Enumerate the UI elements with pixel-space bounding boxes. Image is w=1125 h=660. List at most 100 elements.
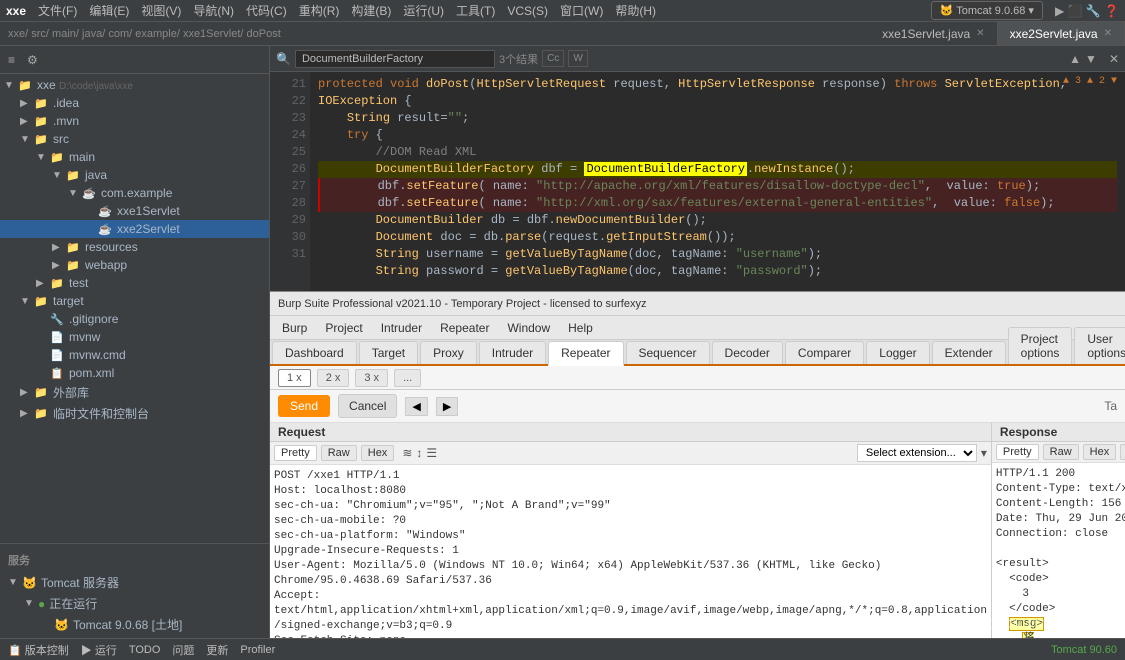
burp-menu-help[interactable]: Help	[560, 319, 601, 337]
burp-tab-dashboard[interactable]: Dashboard	[272, 341, 357, 364]
burp-cancel-button[interactable]: Cancel	[338, 394, 397, 418]
burp-tab-target[interactable]: Target	[359, 341, 418, 364]
menu-help[interactable]: 帮助(H)	[615, 2, 656, 19]
burp-menu-window[interactable]: Window	[499, 319, 558, 337]
run-btn[interactable]: ▶ 运行	[81, 642, 117, 658]
word-match-btn[interactable]: W	[568, 50, 587, 67]
request-content[interactable]: POST /xxe1 HTTP/1.1 Host: localhost:8080…	[270, 465, 991, 660]
select-extension-dropdown[interactable]: Select extension...	[857, 444, 977, 462]
settings-icon[interactable]: ⚙	[23, 51, 42, 69]
burp-tab-project-options[interactable]: Project options	[1008, 327, 1073, 364]
version-control-btn[interactable]: 📋 版本控制	[8, 642, 69, 658]
burp-tab-intruder[interactable]: Intruder	[479, 341, 546, 364]
repeater-tab-1[interactable]: 1 x	[278, 369, 311, 387]
repeater-tab-2[interactable]: 2 x	[317, 369, 350, 387]
req-tab-hex[interactable]: Hex	[361, 445, 395, 461]
update-btn[interactable]: 更新	[206, 642, 228, 658]
close-tab-icon[interactable]: ✕	[976, 28, 984, 39]
tree-item-mvnw[interactable]: 📄 mvnw	[0, 328, 269, 346]
prev-match-btn[interactable]: ▲	[1069, 52, 1081, 66]
menu-tools[interactable]: 工具(T)	[456, 2, 495, 19]
tab-xxe1servlet[interactable]: xxe1Servlet.java ✕	[870, 22, 997, 45]
tree-item-src[interactable]: ▼ 📁 src	[0, 130, 269, 148]
menu-window[interactable]: 窗口(W)	[560, 2, 603, 19]
menu-view[interactable]: 视图(V)	[141, 2, 181, 19]
menu-code[interactable]: 代码(C)	[246, 2, 287, 19]
tree-item-java[interactable]: ▼ 📁 java	[0, 166, 269, 184]
code-text[interactable]: protected void doPost(HttpServletRequest…	[310, 72, 1125, 291]
menu-edit[interactable]: 编辑(E)	[89, 2, 129, 19]
req-line-10: text/html,application/xhtml+xml,applicat…	[274, 604, 987, 619]
req-tool-icon1[interactable]: ≋	[402, 446, 412, 460]
tomcat-status: Tomcat 90.60	[1051, 644, 1117, 656]
tomcat-server-item[interactable]: ▼ 🐱 Tomcat 服务器	[0, 572, 269, 593]
burp-tab-extender[interactable]: Extender	[932, 341, 1006, 364]
tree-item-idea[interactable]: ▶ 📁 .idea	[0, 94, 269, 112]
burp-tabs: Dashboard Target Proxy Intruder Repeater…	[270, 340, 1125, 366]
burp-tab-sequencer[interactable]: Sequencer	[626, 341, 710, 364]
burp-menu-project[interactable]: Project	[317, 319, 370, 337]
burp-tab-proxy[interactable]: Proxy	[420, 341, 477, 364]
tree-item-externallib[interactable]: ▶ 📁 外部库	[0, 382, 269, 403]
burp-tab-comparer[interactable]: Comparer	[785, 341, 864, 364]
profiler-btn[interactable]: Profiler	[240, 644, 275, 656]
close-search-btn[interactable]: ✕	[1109, 52, 1119, 66]
close-tab-icon[interactable]: ✕	[1104, 28, 1112, 39]
tree-item-test[interactable]: ▶ 📁 test	[0, 274, 269, 292]
menu-navigate[interactable]: 导航(N)	[193, 2, 234, 19]
burp-next-btn[interactable]: ▶	[436, 397, 458, 416]
running-status-item[interactable]: ▼ ● 正在运行	[0, 593, 269, 614]
resp-tab-hex[interactable]: Hex	[1083, 444, 1117, 460]
tomcat-indicator[interactable]: 🐱 Tomcat 9.0.68 ▾	[931, 1, 1043, 20]
code-search-bar: 🔍 3个结果 Cc W ▲ ▼ ✕	[270, 46, 1125, 72]
sidebar-toolbar: ≡ ⚙	[0, 46, 269, 74]
burp-panel: Burp Suite Professional v2021.10 - Tempo…	[270, 291, 1125, 660]
tree-item-main[interactable]: ▼ 📁 main	[0, 148, 269, 166]
tree-item-target[interactable]: ▼ 📁 target	[0, 292, 269, 310]
menu-run[interactable]: 运行(U)	[403, 2, 444, 19]
tree-root[interactable]: ▼ 📁 xxe D:\code\java\xxe	[0, 76, 269, 94]
collapse-all-icon[interactable]: ≡	[4, 51, 19, 69]
burp-send-bar: Send Cancel ◀ ▶ Ta	[270, 390, 1125, 423]
req-tab-raw[interactable]: Raw	[321, 445, 357, 461]
req-tab-pretty[interactable]: Pretty	[274, 445, 317, 461]
req-tool-icon2[interactable]: ↕	[416, 446, 422, 460]
burp-tab-user-options[interactable]: User options	[1074, 327, 1125, 364]
tree-item-pomxml[interactable]: 📋 pom.xml	[0, 364, 269, 382]
tree-item-comexample[interactable]: ▼ ☕ com.example	[0, 184, 269, 202]
menu-refactor[interactable]: 重构(R)	[299, 2, 340, 19]
tree-item-gitignore[interactable]: 🔧 .gitignore	[0, 310, 269, 328]
repeater-tab-3[interactable]: 3 x	[355, 369, 388, 387]
tree-item-xxe1servlet[interactable]: ☕ xxe1Servlet	[0, 202, 269, 220]
menu-vcs[interactable]: VCS(S)	[507, 4, 548, 18]
burp-send-button[interactable]: Send	[278, 395, 330, 417]
resp-tab-render[interactable]: Render	[1120, 444, 1125, 460]
tomcat-instance-item[interactable]: 🐱 Tomcat 9.0.68 [土地]	[0, 614, 269, 635]
burp-tab-decoder[interactable]: Decoder	[712, 341, 783, 364]
req-tool-icon3[interactable]: ☰	[426, 446, 437, 460]
tree-item-mvn[interactable]: ▶ 📁 .mvn	[0, 112, 269, 130]
menu-build[interactable]: 构建(B)	[351, 2, 391, 19]
tree-item-webapp[interactable]: ▶ 📁 webapp	[0, 256, 269, 274]
resp-tab-raw[interactable]: Raw	[1043, 444, 1079, 460]
match-case-btn[interactable]: Cc	[542, 50, 564, 67]
resp-tab-pretty[interactable]: Pretty	[996, 444, 1039, 460]
todo-btn[interactable]: TODO	[129, 644, 161, 656]
tree-item-xxe2servlet[interactable]: ☕ xxe2Servlet	[0, 220, 269, 238]
dropdown-arrow-icon[interactable]: ▾	[981, 446, 987, 460]
burp-menu-repeater[interactable]: Repeater	[432, 319, 497, 337]
problems-btn[interactable]: 问题	[172, 642, 194, 658]
search-input[interactable]	[295, 50, 495, 68]
tree-item-resources[interactable]: ▶ 📁 resources	[0, 238, 269, 256]
tab-xxe2servlet[interactable]: xxe2Servlet.java ✕	[998, 22, 1125, 45]
burp-menu-intruder[interactable]: Intruder	[373, 319, 430, 337]
burp-tab-repeater[interactable]: Repeater	[548, 341, 623, 366]
menu-file[interactable]: 文件(F)	[38, 2, 77, 19]
tree-item-mvnwcmd[interactable]: 📄 mvnw.cmd	[0, 346, 269, 364]
burp-prev-btn[interactable]: ◀	[405, 397, 427, 416]
burp-menu-burp[interactable]: Burp	[274, 319, 315, 337]
burp-tab-logger[interactable]: Logger	[866, 341, 929, 364]
repeater-tab-more[interactable]: ...	[394, 369, 421, 387]
next-match-btn[interactable]: ▼	[1085, 52, 1097, 66]
tree-item-tempfiles[interactable]: ▶ 📁 临时文件和控制台	[0, 403, 269, 424]
